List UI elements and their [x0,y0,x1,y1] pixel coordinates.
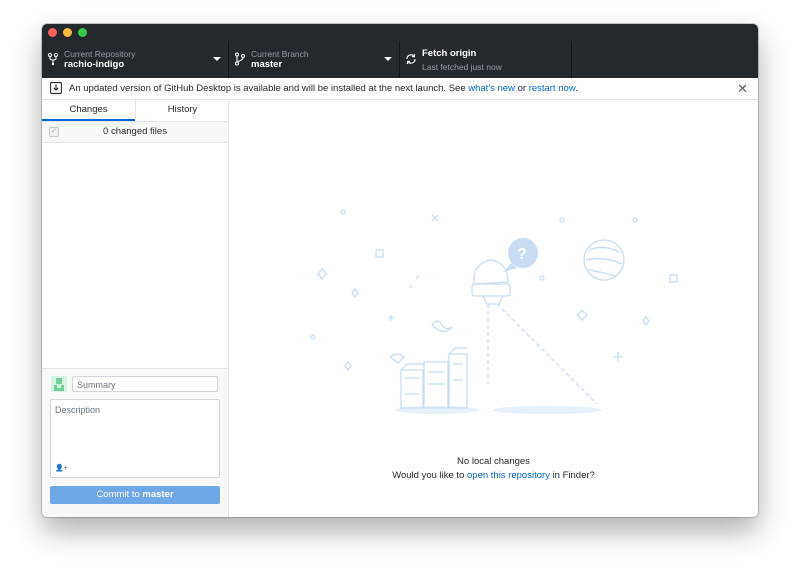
minimize-window-button[interactable] [63,28,72,37]
no-local-changes-title: No local changes [457,456,530,467]
current-branch-label: Current Branch [251,49,309,59]
close-window-button[interactable] [48,28,57,37]
no-changes-illustration: ? [310,209,678,414]
main-panel: ? No local changes Would you like to ope… [229,100,758,517]
current-repository-label: Current Repository [64,49,136,59]
chevron-down-icon [384,57,392,61]
update-message: An updated version of GitHub Desktop is … [69,83,466,94]
sidebar: Changes History ✓ 0 changed files Summar… [42,100,229,517]
commit-button-branch: master [142,489,174,500]
restart-now-link[interactable]: restart now [529,83,575,94]
commit-button-prefix: Commit to [96,489,140,500]
branch-icon [234,52,246,66]
changed-files-count: 0 changed files [103,126,167,137]
title-bar [42,24,758,41]
chevron-down-icon [213,57,221,61]
or-text: or [517,83,527,94]
commit-form: Summary Description 👤+ Commit to master [42,368,228,517]
svg-text:?: ? [517,246,527,263]
description-placeholder: Description [55,405,101,415]
open-repository-link[interactable]: open this repository [467,470,550,481]
zoom-window-button[interactable] [78,28,87,37]
tab-changes[interactable]: Changes [42,100,135,121]
avatar-icon [54,378,64,391]
sync-icon [406,54,416,64]
description-input[interactable]: Description 👤+ [50,399,220,478]
last-fetched-text: Last fetched just now [422,62,502,72]
fetch-origin-button[interactable]: Fetch origin Last fetched just now [400,41,572,78]
avatar [51,376,67,392]
tab-history[interactable]: History [135,100,229,119]
toolbar: Current Repository rachio-indigo Current… [42,41,758,78]
sidebar-tabs: Changes History [42,100,228,122]
close-icon[interactable]: ✕ [737,81,748,97]
app-window: Current Repository rachio-indigo Current… [42,24,758,517]
update-banner: An updated version of GitHub Desktop is … [42,78,758,100]
prompt-prefix: Would you like to [392,470,465,481]
update-banner-text: An updated version of GitHub Desktop is … [69,83,578,94]
repo-icon [47,52,59,66]
period-text: . [575,83,578,94]
current-branch-button[interactable]: Current Branch master [229,41,400,78]
open-repository-prompt: Would you like to open this repository i… [229,470,758,481]
current-branch-name: master [251,59,283,70]
fetch-origin-label: Fetch origin [422,48,477,59]
summary-input[interactable]: Summary [72,376,218,392]
commit-button[interactable]: Commit to master [50,486,220,504]
whats-new-link[interactable]: what's new [468,83,515,94]
current-repository-button[interactable]: Current Repository rachio-indigo [42,41,229,78]
current-repository-name: rachio-indigo [64,59,125,70]
download-icon [50,82,62,94]
prompt-suffix: in Finder? [552,470,595,481]
changes-list-header: ✓ 0 changed files [42,122,228,143]
add-co-author-icon[interactable]: 👤+ [55,464,68,472]
